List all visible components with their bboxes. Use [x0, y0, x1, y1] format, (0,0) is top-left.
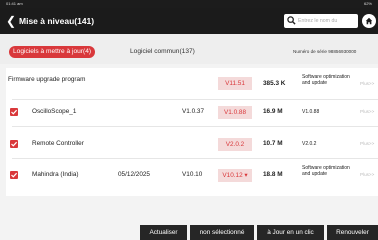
refresh-button[interactable]: Actualiser — [140, 225, 187, 240]
search-input[interactable]: Entrez le nom du — [284, 14, 358, 28]
deselect-button[interactable]: non sélectionné — [190, 225, 254, 240]
item-description: Software optimization and update — [302, 74, 350, 86]
divider — [12, 99, 378, 100]
more-link[interactable]: Plus>> — [360, 80, 374, 88]
back-icon[interactable]: ❮ — [6, 14, 16, 28]
action-bar: Actualiser non sélectionné à Jour en un … — [0, 222, 378, 240]
more-link[interactable]: Plus>> — [360, 108, 374, 116]
search-placeholder: Entrez le nom du — [298, 18, 338, 24]
one-click-update-button[interactable]: à Jour en un clic — [257, 225, 324, 240]
tab-common-software[interactable]: Logiciel commun(137) — [130, 46, 195, 58]
item-description: V1.0.88 — [302, 109, 320, 115]
tab-bar: Logiciels à mettre à jour(4) Logiciel co… — [0, 34, 378, 64]
current-version: V1.0.37 — [182, 108, 205, 115]
status-time: 01:41 am — [6, 1, 23, 6]
home-icon — [365, 17, 373, 25]
more-link[interactable]: Plus>> — [360, 171, 374, 179]
item-name: OscilloScope_1 — [32, 108, 77, 115]
item-checkbox[interactable] — [10, 171, 18, 179]
current-version: V10.10 — [182, 171, 203, 178]
item-name: Firmware upgrade program — [8, 76, 86, 83]
check-icon — [11, 141, 18, 147]
app-header: ❮ Mise à niveau(141) Entrez le nom du — [0, 8, 378, 34]
new-version-badge[interactable]: V1.0.88 — [218, 106, 252, 119]
item-name: Mahindra (India) — [32, 171, 79, 178]
renew-button[interactable]: Renouveler — [327, 225, 378, 240]
divider — [12, 158, 378, 159]
new-version-dropdown[interactable]: V10.12 ▾ — [218, 169, 252, 182]
new-version-badge[interactable]: V2.0.2 — [218, 138, 252, 151]
page-title: Mise à niveau(141) — [19, 16, 95, 26]
file-size: 10.7 M — [263, 140, 283, 147]
item-description: Software optimization and update — [302, 165, 350, 177]
check-icon — [11, 109, 18, 115]
item-checkbox[interactable] — [10, 140, 18, 148]
update-list: Firmware upgrade program V11.51 385.3 K … — [6, 68, 378, 196]
file-size: 18.8 M — [263, 171, 283, 178]
status-bar: 01:41 am 62% — [0, 0, 378, 8]
item-description: V2.0.2 — [302, 141, 317, 147]
home-button[interactable] — [362, 14, 376, 28]
item-date: 05/12/2025 — [118, 171, 150, 178]
file-size: 16.9 M — [263, 108, 283, 115]
search-icon — [287, 16, 296, 25]
check-icon — [11, 172, 18, 178]
new-version-badge[interactable]: V11.51 — [218, 77, 252, 90]
serial-number: Numéro de série 98856930000 — [293, 49, 357, 54]
more-link[interactable]: Plus>> — [360, 140, 374, 148]
tab-updates[interactable]: Logiciels à mettre à jour(4) — [9, 46, 96, 58]
item-name: Remote Controller — [32, 140, 84, 147]
file-size: 385.3 K — [263, 80, 286, 87]
item-checkbox[interactable] — [10, 108, 18, 116]
divider — [12, 126, 378, 127]
status-battery: 62% — [363, 1, 372, 6]
